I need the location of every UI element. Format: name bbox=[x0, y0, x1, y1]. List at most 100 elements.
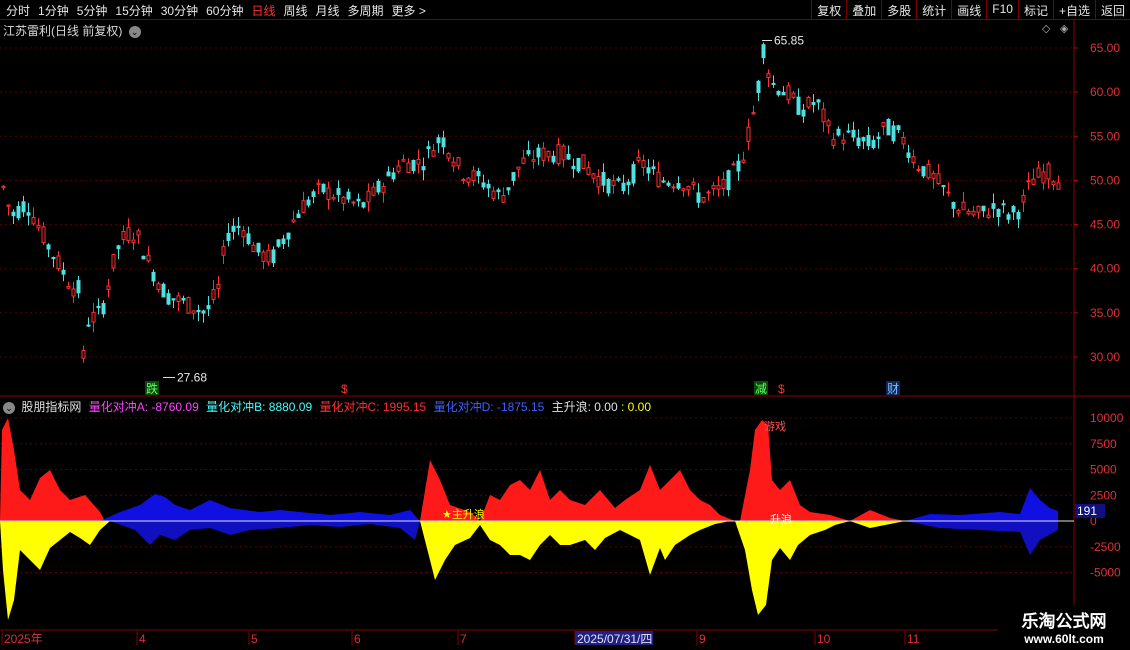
indicator-red-area-1 bbox=[0, 418, 105, 521]
candle-body bbox=[246, 233, 251, 245]
candle-body bbox=[791, 92, 796, 98]
candle-body bbox=[1026, 180, 1031, 183]
candle-body bbox=[996, 208, 1001, 217]
candle-body bbox=[641, 160, 646, 169]
stock-chart-window: 分时 1分钟 5分钟 15分钟 30分钟 60分钟 日线 周线 月线 多周期 更… bbox=[0, 0, 1130, 650]
date-label: 6 bbox=[354, 632, 361, 646]
candle-body bbox=[811, 102, 816, 105]
indicator-tick-label: -5000 bbox=[1090, 566, 1121, 580]
candle-body bbox=[26, 212, 31, 216]
candle-body bbox=[146, 254, 151, 262]
candle-body bbox=[801, 109, 806, 117]
candle-body bbox=[631, 164, 636, 184]
candle-body bbox=[1021, 194, 1026, 203]
candle-body bbox=[561, 145, 566, 161]
price-tick-label: 65.00 bbox=[1090, 41, 1120, 55]
indicator-tick-label: -2500 bbox=[1090, 540, 1121, 554]
candle-body bbox=[696, 192, 701, 203]
candle-body bbox=[11, 211, 16, 217]
candle-body bbox=[656, 171, 661, 188]
candle-body bbox=[666, 182, 671, 186]
indicator-tick-label: 10000 bbox=[1090, 411, 1124, 425]
price-tick-label: 35.00 bbox=[1090, 306, 1120, 320]
candle-body bbox=[141, 255, 146, 260]
candle-body bbox=[301, 200, 306, 213]
candle-body bbox=[331, 196, 336, 200]
candle-body bbox=[441, 137, 446, 148]
candle-body bbox=[1041, 171, 1046, 184]
candle-body bbox=[821, 108, 826, 123]
marker-dollar-1: $ bbox=[341, 382, 348, 396]
chart-canvas[interactable]: 65.00 60.00 55.00 50.00 45.00 40.00 35.00 30.00… bbox=[0, 0, 1130, 650]
indicator-yellow-area-4 bbox=[850, 521, 905, 528]
candle-body bbox=[526, 150, 531, 155]
candle-body bbox=[1, 185, 6, 189]
indicator-tick-label: 2500 bbox=[1090, 488, 1117, 502]
candle-body bbox=[66, 285, 71, 289]
chevron-down-icon[interactable]: ⌄ bbox=[128, 25, 141, 38]
candle-body bbox=[501, 194, 506, 203]
legend-item-yellow: : 0.00 bbox=[621, 400, 652, 414]
candle-body bbox=[676, 183, 681, 189]
candle-body bbox=[41, 226, 46, 244]
candle-body bbox=[1056, 182, 1061, 190]
candle-body bbox=[81, 349, 86, 359]
candle-body bbox=[431, 150, 436, 157]
candle-body bbox=[101, 303, 106, 315]
candle-body bbox=[241, 230, 246, 238]
annotation-game: 游戏 bbox=[764, 420, 786, 433]
indicator-red-area-5 bbox=[850, 510, 905, 521]
candle-body bbox=[216, 283, 221, 289]
candle-body bbox=[871, 139, 876, 149]
candle-body bbox=[386, 171, 391, 177]
candle-body bbox=[261, 251, 266, 262]
candle-body bbox=[251, 244, 256, 253]
candle-body bbox=[886, 118, 891, 136]
candle-body bbox=[351, 201, 356, 204]
candle-body bbox=[521, 157, 526, 164]
candle-body bbox=[166, 293, 171, 305]
candle-body bbox=[546, 150, 551, 158]
watermark-title: 乐淘公式网 bbox=[1021, 612, 1107, 631]
candle-body bbox=[336, 188, 341, 195]
chevron-down-icon[interactable]: ⌄ bbox=[3, 401, 15, 414]
settings-icon[interactable]: ◈ bbox=[1060, 22, 1068, 35]
candle-body bbox=[836, 128, 841, 136]
marker-fall: 跌 bbox=[146, 381, 158, 396]
candle-body bbox=[131, 239, 136, 244]
candle-body bbox=[121, 230, 126, 241]
candle-body bbox=[126, 227, 131, 242]
candle-body bbox=[426, 146, 431, 150]
date-label: 4 bbox=[139, 632, 146, 646]
candle-body bbox=[56, 255, 61, 269]
legend-item-b: 量化对冲B: 8880.09 bbox=[206, 400, 313, 414]
candle-body bbox=[981, 205, 986, 212]
candle-body bbox=[856, 137, 861, 147]
candle-body bbox=[411, 159, 416, 172]
candle-body bbox=[906, 152, 911, 158]
candle-body bbox=[276, 239, 281, 247]
diamond-icon[interactable]: ◇ bbox=[1042, 22, 1050, 35]
low-price-label: 27.68 bbox=[177, 370, 207, 384]
candle-body bbox=[816, 99, 821, 103]
candle-body bbox=[116, 245, 121, 250]
candle-body bbox=[281, 238, 286, 245]
candle-body bbox=[416, 158, 421, 165]
price-tick-label: 50.00 bbox=[1090, 173, 1120, 187]
indicator-tick-label: 7500 bbox=[1090, 437, 1117, 451]
candle-body bbox=[161, 283, 166, 298]
date-label: 9 bbox=[699, 632, 706, 646]
candle-body bbox=[896, 125, 901, 131]
candle-body bbox=[356, 198, 361, 202]
candle-body bbox=[681, 188, 686, 192]
candle-body bbox=[531, 159, 536, 162]
candle-body bbox=[226, 232, 231, 241]
candle-body bbox=[936, 173, 941, 185]
candle-body bbox=[1031, 178, 1036, 185]
candle-body bbox=[851, 129, 856, 138]
candle-body bbox=[461, 178, 466, 182]
candle-body bbox=[511, 172, 516, 181]
candle-body bbox=[751, 112, 756, 115]
candle-body bbox=[286, 232, 291, 240]
candle-body bbox=[296, 213, 301, 219]
